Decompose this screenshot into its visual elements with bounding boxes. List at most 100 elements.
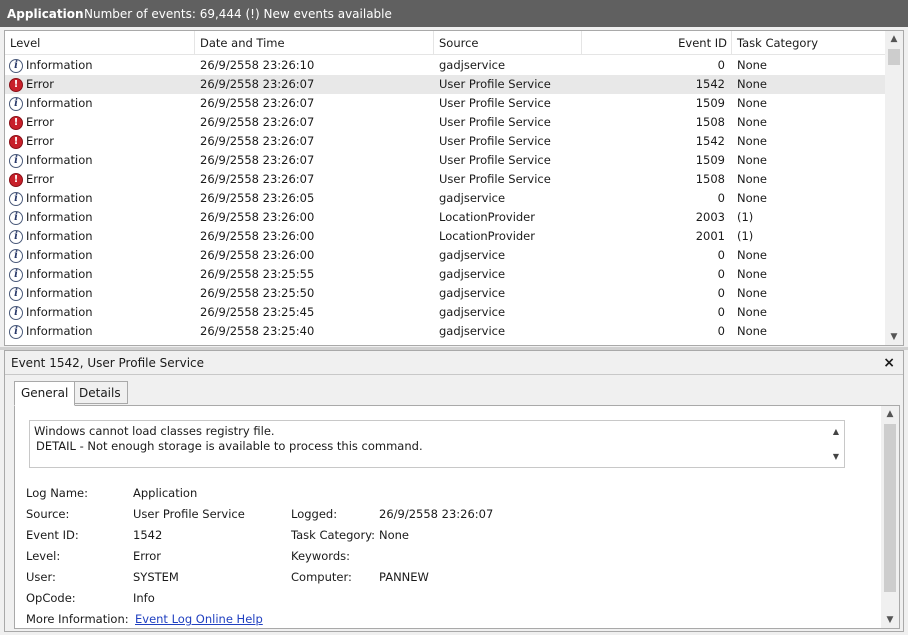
date-cell: 26/9/2558 23:25:55 [200,267,315,281]
source-cell: gadjservice [439,267,506,281]
level-text: Error [26,172,55,186]
table-row[interactable]: i Information 26/9/2558 23:26:00 gadjservic… [5,246,885,265]
scroll-up-icon[interactable]: ▲ [885,31,903,47]
table-row[interactable]: i Information 26/9/2558 23:26:07 User Profi… [5,94,885,113]
opcode-value: Info [133,591,155,605]
source-cell: gadjservice [439,248,506,262]
source-cell: gadjservice [439,324,506,338]
event-message[interactable]: Windows cannot load classes registry fil… [29,420,845,468]
category-cell: None [737,191,768,205]
level-text: Information [26,96,93,110]
date-cell: 26/9/2558 23:26:05 [200,191,315,205]
logged-value: 26/9/2558 23:26:07 [379,507,494,521]
date-cell: 26/9/2558 23:26:07 [200,115,315,129]
table-row[interactable]: i Information 26/9/2558 23:26:07 User Profi… [5,151,885,170]
level-cell: i Information [9,227,93,246]
table-row[interactable]: i Information 26/9/2558 23:26:05 gadjservic… [5,189,885,208]
level-text: Information [26,229,93,243]
level-label: Level: [26,549,61,563]
source-cell: gadjservice [439,58,506,72]
table-row[interactable]: i Information 26/9/2558 23:25:40 gadjservic… [5,322,885,341]
log-name-value: Application [133,486,198,500]
level-cell: i Information [9,322,93,341]
event-id-cell: 1542 [695,77,725,91]
column-task-category[interactable]: Task Category [732,31,885,55]
column-level[interactable]: Level [5,31,195,55]
table-row[interactable]: i Information 26/9/2558 23:25:55 gadjservic… [5,265,885,284]
table-row[interactable]: i Information 26/9/2558 23:26:10 gadjservic… [5,56,885,75]
tab-details[interactable]: Details [72,381,128,404]
computer-label: Computer: [291,570,352,584]
date-cell: 26/9/2558 23:26:00 [200,210,315,224]
info-icon: i [9,267,23,282]
table-row[interactable]: i Information 26/9/2558 23:26:00 LocationPr… [5,227,885,246]
date-cell: 26/9/2558 23:25:50 [200,286,315,300]
event-log-help-link[interactable]: Event Log Online Help [135,612,263,626]
column-event-id[interactable]: Event ID [582,31,732,55]
table-row[interactable]: ! Error 26/9/2558 23:26:07 User Profile Ser… [5,113,885,132]
keywords-label: Keywords: [291,549,350,563]
message-scrollbar[interactable]: ▲ ▼ [829,422,843,466]
chevron-down-icon[interactable]: ▼ [829,449,843,464]
source-value: User Profile Service [133,507,245,521]
table-row[interactable]: ! Error 26/9/2558 23:26:07 User Profile Ser… [5,75,885,94]
event-id-cell: 0 [717,191,725,205]
table-row[interactable]: ! Error 26/9/2558 23:26:07 User Profile Ser… [5,132,885,151]
title-bar: Application Number of events: 69,444 (!)… [0,0,908,27]
level-cell: i Information [9,303,93,322]
list-scrollbar[interactable]: ▲ ▼ [885,31,903,345]
event-id-cell: 0 [717,305,725,319]
category-cell: (1) [737,210,754,224]
scroll-thumb[interactable] [888,49,900,65]
info-icon: i [9,229,23,244]
column-source[interactable]: Source [434,31,582,55]
category-cell: None [737,286,768,300]
detail-title: Event 1542, User Profile Service [5,351,903,375]
event-id-cell: 0 [717,267,725,281]
event-id-cell: 1509 [695,153,725,167]
level-text: Information [26,324,93,338]
error-icon: ! [9,77,23,92]
task-category-label: Task Category: [291,528,376,542]
level-text: Information [26,267,93,281]
event-id-cell: 2003 [695,210,725,224]
event-rows: i Information 26/9/2558 23:26:10 gadjservic… [5,55,885,345]
event-detail-pane: Event 1542, User Profile Service × Gener… [4,350,904,632]
event-id-cell: 0 [717,286,725,300]
event-count[interactable]: Number of events: 69,444 (!) New events … [84,7,392,21]
level-text: Information [26,191,93,205]
close-icon[interactable]: × [883,351,895,375]
level-text: Information [26,248,93,262]
source-cell: User Profile Service [439,115,551,129]
tab-general[interactable]: General [14,381,76,406]
computer-value: PANNEW [379,570,429,584]
scroll-down-icon[interactable]: ▼ [881,612,899,628]
table-row[interactable]: i Information 26/9/2558 23:25:50 gadjservic… [5,284,885,303]
date-cell: 26/9/2558 23:26:00 [200,248,315,262]
table-row[interactable]: i Information 26/9/2558 23:25:45 gadjservic… [5,303,885,322]
date-cell: 26/9/2558 23:25:40 [200,324,315,338]
level-cell: ! Error [9,170,54,189]
source-cell: User Profile Service [439,77,551,91]
scroll-down-icon[interactable]: ▼ [885,329,903,345]
user-value: SYSTEM [133,570,179,584]
table-row[interactable]: ! Error 26/9/2558 23:26:07 User Profile Ser… [5,170,885,189]
log-name-title: Application [7,6,84,21]
event-id-cell: 0 [717,58,725,72]
detail-scrollbar[interactable]: ▲ ▼ [881,406,899,628]
date-cell: 26/9/2558 23:26:07 [200,96,315,110]
column-date[interactable]: Date and Time [195,31,434,55]
source-label: Source: [26,507,70,521]
scroll-up-icon[interactable]: ▲ [881,406,899,422]
table-row[interactable]: i Information 26/9/2558 23:26:00 LocationPr… [5,208,885,227]
level-cell: i Information [9,56,93,75]
level-text: Information [26,58,93,72]
level-cell: i Information [9,94,93,113]
scroll-thumb[interactable] [884,424,896,592]
info-icon: i [9,324,23,339]
general-tab-content: Windows cannot load classes registry fil… [14,405,900,629]
category-cell: None [737,172,768,186]
task-category-value: None [379,528,410,542]
chevron-up-icon[interactable]: ▲ [829,424,843,439]
event-list[interactable]: Level Date and Time Source Event ID Task… [4,30,904,346]
